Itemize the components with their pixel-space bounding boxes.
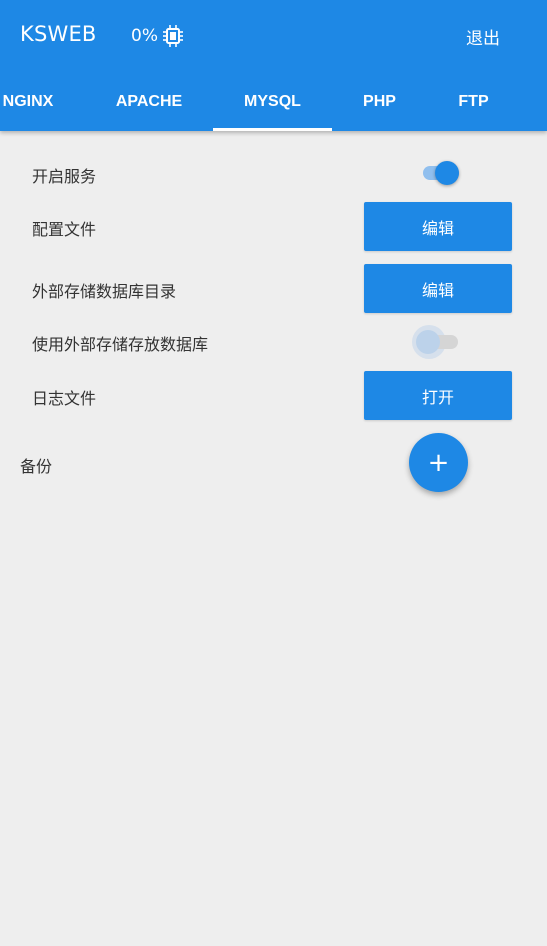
toggle-thumb — [435, 161, 459, 185]
app-title: KSWEB — [20, 22, 97, 46]
server-tabs: NGINX APACHE MYSQL PHP FTP — [0, 70, 547, 131]
start-service-toggle[interactable] — [419, 158, 465, 188]
use-external-storage-toggle[interactable] — [412, 325, 464, 359]
cpu-chip-icon — [162, 25, 183, 47]
edit-config-button[interactable]: 编辑 — [364, 202, 512, 251]
cpu-usage-indicator: 0% — [131, 24, 186, 48]
external-db-dir-label: 外部存储数据库目录 — [32, 282, 177, 301]
use-external-storage-label: 使用外部存储存放数据库 — [32, 335, 209, 354]
add-backup-button[interactable]: + — [409, 433, 468, 492]
tab-mysql[interactable]: MYSQL — [213, 70, 332, 131]
start-service-label: 开启服务 — [32, 167, 97, 186]
tab-apache[interactable]: APACHE — [97, 70, 201, 131]
tab-php[interactable]: PHP — [342, 70, 417, 131]
tab-nginx[interactable]: NGINX — [0, 70, 64, 131]
edit-external-db-dir-button[interactable]: 编辑 — [364, 264, 512, 313]
log-file-label: 日志文件 — [32, 389, 97, 408]
plus-icon: + — [427, 447, 450, 478]
toggle-thumb — [416, 330, 440, 354]
cpu-usage-value: 0% — [131, 26, 158, 46]
exit-button[interactable]: 退出 — [466, 24, 500, 49]
open-log-button[interactable]: 打开 — [364, 371, 512, 420]
backup-label: 备份 — [20, 457, 53, 476]
config-file-label: 配置文件 — [32, 220, 97, 239]
app-bar: KSWEB 0% 退出 NGINX APACHE MYSQL PHP FTP — [0, 0, 547, 131]
tab-ftp[interactable]: FTP — [440, 70, 507, 131]
